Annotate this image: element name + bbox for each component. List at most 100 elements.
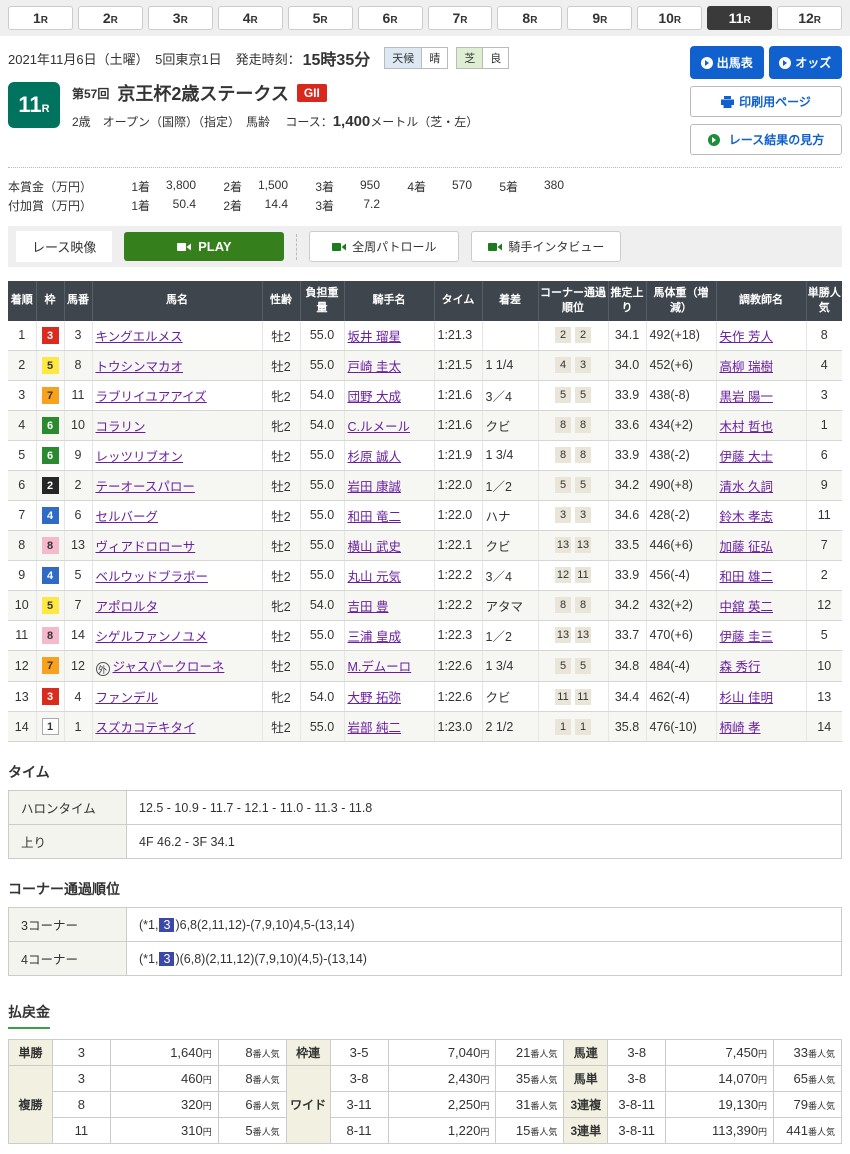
horse-name-link[interactable]: テーオースパロー bbox=[96, 480, 195, 494]
margin: 3／4 bbox=[482, 560, 538, 590]
payout-amount-value: 19,130 bbox=[718, 1097, 758, 1112]
race-tab-1R[interactable]: 1R bbox=[8, 6, 73, 30]
jockey-link[interactable]: 和田 竜二 bbox=[348, 510, 401, 524]
race-tab-10R[interactable]: 10R bbox=[637, 6, 702, 30]
sex-age: 牡2 bbox=[262, 650, 300, 682]
yen-suffix: 円 bbox=[480, 1127, 489, 1137]
patrol-video-button[interactable]: 全周パトロール bbox=[309, 231, 459, 262]
print-page-button[interactable]: 印刷用ページ bbox=[690, 86, 842, 117]
horse-name-link[interactable]: ラブリイユアアイズ bbox=[96, 390, 207, 404]
horse-name-link[interactable]: ファンデル bbox=[96, 691, 159, 705]
prize-rank-label: 2着 bbox=[212, 178, 242, 195]
trainer-link[interactable]: 柄崎 孝 bbox=[720, 721, 761, 735]
horse-weight: 438(-2) bbox=[646, 440, 716, 470]
win-popularity: 12 bbox=[806, 590, 842, 620]
race-tab-6R[interactable]: 6R bbox=[358, 6, 423, 30]
jockey-link[interactable]: 丸山 元気 bbox=[348, 570, 401, 584]
play-button[interactable]: PLAY bbox=[124, 232, 284, 261]
trainer-link[interactable]: 伊藤 圭三 bbox=[720, 630, 773, 644]
trainer-link[interactable]: 中舘 英二 bbox=[720, 600, 773, 614]
horse-name-link[interactable]: アポロルタ bbox=[96, 600, 159, 614]
payout-table-2: 枠連3-57,040円21番人気ワイド3-82,430円35番人気3-112,2… bbox=[286, 1039, 565, 1144]
horse-number: 2 bbox=[64, 470, 92, 500]
trainer-cell: 伊藤 大士 bbox=[716, 440, 806, 470]
horse-weight: 438(-8) bbox=[646, 380, 716, 410]
trainer-link[interactable]: 伊藤 大士 bbox=[720, 450, 773, 464]
jockey-interview-button[interactable]: 騎手インタビュー bbox=[471, 231, 621, 262]
trainer-link[interactable]: 森 秀行 bbox=[720, 660, 761, 674]
jockey-link[interactable]: 吉田 豊 bbox=[348, 600, 389, 614]
race-tab-2R[interactable]: 2R bbox=[78, 6, 143, 30]
race-tab-9R[interactable]: 9R bbox=[567, 6, 632, 30]
horse-name-link[interactable]: シゲルファンノユメ bbox=[96, 630, 208, 644]
win-popularity: 7 bbox=[806, 530, 842, 560]
horse-name-link[interactable]: スズカコテキタイ bbox=[96, 721, 196, 735]
race-tab-4R[interactable]: 4R bbox=[218, 6, 283, 30]
trainer-link[interactable]: 木村 哲也 bbox=[720, 420, 773, 434]
trainer-link[interactable]: 和田 雄二 bbox=[720, 570, 773, 584]
foreign-bred-mark: 外 bbox=[96, 662, 110, 676]
finish-position: 14 bbox=[8, 712, 36, 742]
jockey-link[interactable]: 三浦 皇成 bbox=[348, 630, 401, 644]
race-header-left: 2021年11月6日（土曜） 5回東京1日 発走時刻： 15時35分 天候 晴 … bbox=[8, 46, 509, 155]
race-tab-11R[interactable]: 11R bbox=[707, 6, 772, 30]
prize-added-label: 付加賞（万円） bbox=[8, 197, 104, 214]
result-row: 3711ラブリイユアアイズ牝254.0団野 大成1:21.63／45533.94… bbox=[8, 380, 842, 410]
race-tab-5R[interactable]: 5R bbox=[288, 6, 353, 30]
tab-suffix: R bbox=[530, 15, 537, 26]
jockey-link[interactable]: 岩部 純二 bbox=[348, 721, 401, 735]
horse-name-link[interactable]: コラリン bbox=[96, 420, 146, 434]
horse-name-link[interactable]: ヴィアドロローサ bbox=[96, 540, 196, 554]
trainer-link[interactable]: 杉山 佳明 bbox=[720, 691, 773, 705]
payout-popularity-value: 441 bbox=[786, 1123, 808, 1138]
jockey-link[interactable]: C.ルメール bbox=[348, 420, 411, 434]
jockey-link[interactable]: M.デムーロ bbox=[348, 660, 412, 674]
jockey-link[interactable]: 横山 武史 bbox=[348, 540, 401, 554]
popularity-suffix: 番人気 bbox=[253, 1127, 280, 1137]
jockey-link[interactable]: 坂井 瑠星 bbox=[348, 330, 401, 344]
popularity-suffix: 番人気 bbox=[530, 1049, 557, 1059]
race-tab-12R[interactable]: 12R bbox=[777, 6, 842, 30]
jockey-link[interactable]: 大野 拓弥 bbox=[348, 691, 401, 705]
corner-position-chip: 11 bbox=[555, 689, 571, 705]
result-row: 133キングエルメス牡255.0坂井 瑠星1:21.32234.1492(+18… bbox=[8, 321, 842, 351]
horse-name-link[interactable]: キングエルメス bbox=[96, 330, 183, 344]
results-col-header: コーナー通過順位 bbox=[538, 281, 608, 321]
odds-button[interactable]: オッズ bbox=[769, 46, 843, 79]
result-row: 11814シゲルファンノユメ牡255.0三浦 皇成1:22.31／2131333… bbox=[8, 620, 842, 650]
corner-positions: 88 bbox=[538, 590, 608, 620]
payout-popularity-value: 8 bbox=[245, 1071, 252, 1086]
horse-name-link[interactable]: ベルウッドブラボー bbox=[96, 570, 209, 584]
trainer-link[interactable]: 加藤 征弘 bbox=[720, 540, 773, 554]
payout-amount-value: 1,640 bbox=[170, 1045, 203, 1060]
horse-name-link[interactable]: ジャスパークローネ bbox=[113, 660, 225, 674]
results-guide-button[interactable]: レース結果の見方 bbox=[690, 124, 842, 155]
waku-cell: 4 bbox=[36, 500, 64, 530]
entry-table-button[interactable]: 出馬表 bbox=[690, 46, 764, 79]
jockey-link[interactable]: 団野 大成 bbox=[348, 390, 401, 404]
last-3f: 34.2 bbox=[608, 470, 646, 500]
horse-name-link[interactable]: セルバーグ bbox=[96, 510, 159, 524]
trainer-link[interactable]: 清水 久詞 bbox=[720, 480, 773, 494]
yen-suffix: 円 bbox=[758, 1127, 767, 1137]
weather-label: 天候 bbox=[385, 48, 421, 68]
race-tab-7R[interactable]: 7R bbox=[428, 6, 493, 30]
finish-position: 1 bbox=[8, 321, 36, 351]
jockey-link[interactable]: 杉原 誠人 bbox=[348, 450, 401, 464]
trainer-link[interactable]: 黒岩 陽一 bbox=[720, 390, 773, 404]
prize-amount: 1,500 bbox=[242, 178, 288, 195]
popularity-suffix: 番人気 bbox=[808, 1101, 835, 1111]
horse-name-link[interactable]: レッツリブオン bbox=[96, 450, 184, 464]
trainer-link[interactable]: 高柳 瑞樹 bbox=[720, 360, 773, 374]
payout-combination: 3-8 bbox=[608, 1040, 666, 1066]
jockey-link[interactable]: 戸崎 圭太 bbox=[348, 360, 401, 374]
jockey-cell: 団野 大成 bbox=[344, 380, 434, 410]
race-tab-3R[interactable]: 3R bbox=[148, 6, 213, 30]
popularity-suffix: 番人気 bbox=[253, 1101, 280, 1111]
horse-name-link[interactable]: トウシンマカオ bbox=[96, 360, 184, 374]
trainer-link[interactable]: 矢作 芳人 bbox=[720, 330, 773, 344]
trainer-link[interactable]: 鈴木 孝志 bbox=[720, 510, 773, 524]
printer-icon bbox=[721, 96, 734, 108]
race-tab-8R[interactable]: 8R bbox=[497, 6, 562, 30]
jockey-link[interactable]: 岩田 康誠 bbox=[348, 480, 401, 494]
